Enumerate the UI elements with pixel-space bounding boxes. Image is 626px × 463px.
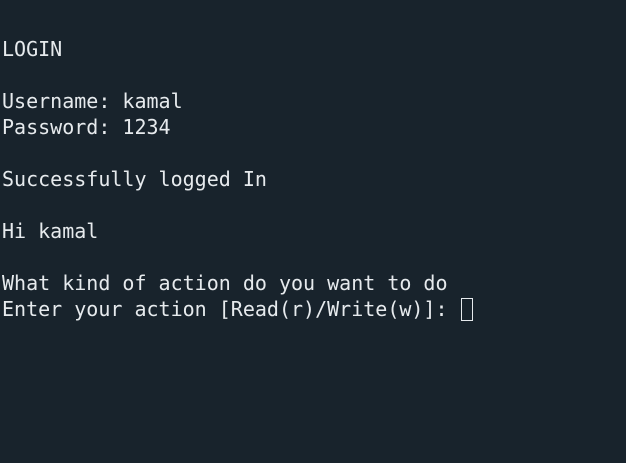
output-line-greeting: Hi kamal	[2, 219, 99, 243]
text-cursor[interactable]	[460, 298, 473, 321]
output-line-username: Username: kamal	[2, 89, 183, 113]
output-line-blank	[2, 244, 626, 270]
output-line-blank	[2, 62, 626, 88]
action-prompt: Enter your action [Read(r)/Write(w)]:	[2, 297, 460, 321]
output-line-login-heading: LOGIN	[2, 37, 63, 61]
terminal-window[interactable]: LOGIN Username: kamal Password: 1234 Suc…	[0, 0, 626, 463]
output-line-action-question: What kind of action do you want to do	[2, 271, 448, 295]
output-line-login-status: Successfully logged In	[2, 167, 267, 191]
output-line-password: Password: 1234	[2, 115, 171, 139]
output-line-blank	[2, 192, 626, 218]
prompt-line[interactable]: Enter your action [Read(r)/Write(w)]:	[2, 296, 626, 322]
output-line-blank	[2, 140, 626, 166]
